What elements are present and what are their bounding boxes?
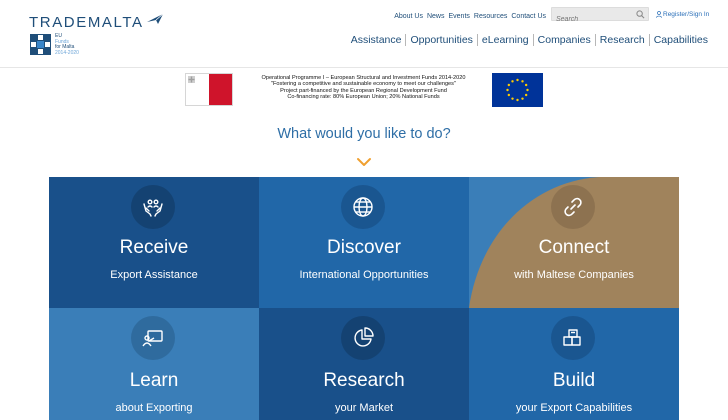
tile-discover[interactable]: Discover International Opportunities <box>259 177 469 308</box>
eu-star <box>521 80 524 83</box>
eu-star <box>516 98 519 102</box>
tile-title: Learn <box>129 370 179 391</box>
top-link-contact[interactable]: Contact Us <box>511 13 546 20</box>
eu-star <box>511 97 514 100</box>
main-nav: Assistance Opportunities eLearning Compa… <box>347 34 712 46</box>
tile-icon-circle <box>551 316 595 360</box>
tile-icon-circle <box>341 316 385 360</box>
plane-icon <box>146 13 163 24</box>
top-link-events[interactable]: Events <box>449 13 470 20</box>
search-input[interactable] <box>552 13 632 26</box>
nav-research[interactable]: Research <box>596 34 649 46</box>
tile-subtitle: Export Assistance <box>110 269 198 281</box>
register-sign-in-link[interactable]: Register/Sign In <box>656 11 709 18</box>
search-icon[interactable] <box>636 10 645 19</box>
tile-connect[interactable]: Connect with Maltese Companies <box>469 177 679 308</box>
tile-subtitle: your Export Capabilities <box>515 402 633 414</box>
eu-star <box>524 83 528 87</box>
register-label: Register/Sign In <box>663 11 710 18</box>
eu-star <box>516 78 519 82</box>
nav-assistance[interactable]: Assistance <box>347 34 406 46</box>
funding-statement: Operational Programme I – European Struc… <box>241 75 486 101</box>
eu-star <box>521 97 524 100</box>
globe-icon <box>353 197 373 217</box>
action-tiles: Receive Export Assistance Discover Inter… <box>49 177 679 420</box>
tile-subtitle: your Market <box>334 402 394 414</box>
eu-star <box>507 93 511 97</box>
eu-star <box>511 80 514 83</box>
tile-icon-circle <box>551 185 595 229</box>
tile-title: Discover <box>327 237 401 258</box>
page-question: What would you like to do? <box>277 126 451 142</box>
nav-opportunities[interactable]: Opportunities <box>406 34 476 46</box>
top-link-about[interactable]: About Us <box>394 13 423 20</box>
eu-star <box>507 83 511 87</box>
funding-line-2: "Fostering a competitive and sustainable… <box>271 81 456 88</box>
tile-title: Build <box>552 370 596 391</box>
malta-flag-icon <box>185 73 233 106</box>
pie-chart-icon <box>354 327 374 347</box>
tile-title: Connect <box>538 237 610 258</box>
hands-people-icon <box>143 199 163 217</box>
nav-elearning[interactable]: eLearning <box>478 34 533 46</box>
tile-icon-circle <box>131 316 175 360</box>
top-links: About Us News Events Resources Contact U… <box>390 10 546 22</box>
tile-subtitle: International Opportunities <box>299 269 429 281</box>
eu-funds-line4: 2014-2020 <box>55 49 79 56</box>
nav-capabilities[interactable]: Capabilities <box>650 34 712 46</box>
tile-receive[interactable]: Receive Export Assistance <box>49 177 259 308</box>
trademalta-logo[interactable]: TRADEMALTA <box>29 12 164 32</box>
tile-research[interactable]: Research your Market <box>259 308 469 420</box>
tile-icon-circle <box>341 185 385 229</box>
eu-flag-icon <box>492 73 543 107</box>
george-cross-icon <box>188 76 195 83</box>
funding-line-4: Co-financing rate: 80% European Union; 2… <box>287 94 440 101</box>
eu-star <box>506 88 509 92</box>
eu-funds-mark-icon <box>30 34 51 55</box>
tile-build[interactable]: Build your Export Capabilities <box>469 308 679 420</box>
tile-title: Receive <box>119 237 189 258</box>
eu-star <box>524 93 528 97</box>
tile-learn[interactable]: Learn about Exporting <box>49 308 259 420</box>
top-link-resources[interactable]: Resources <box>474 13 507 20</box>
nav-companies[interactable]: Companies <box>534 34 595 46</box>
eu-funds-logo: EU Funds for Malta 2014-2020 <box>30 33 79 56</box>
top-link-news[interactable]: News <box>427 13 445 20</box>
search-box <box>551 7 649 26</box>
user-icon <box>656 11 662 18</box>
eu-star <box>526 88 529 92</box>
chevron-down-icon[interactable] <box>356 157 372 167</box>
logo-text: TRADEMALTA <box>29 13 144 31</box>
tile-subtitle: about Exporting <box>115 402 193 414</box>
eu-funds-text: EU Funds for Malta 2014-2020 <box>55 33 79 56</box>
boxes-icon <box>563 329 581 346</box>
tile-title: Research <box>323 370 405 391</box>
site-header: TRADEMALTA EU Funds for Malta 2014-2020 … <box>0 0 728 68</box>
presentation-board-icon <box>142 330 163 347</box>
tile-subtitle: with Maltese Companies <box>514 269 634 281</box>
link-icon <box>564 197 582 217</box>
tile-icon-circle <box>131 185 175 229</box>
